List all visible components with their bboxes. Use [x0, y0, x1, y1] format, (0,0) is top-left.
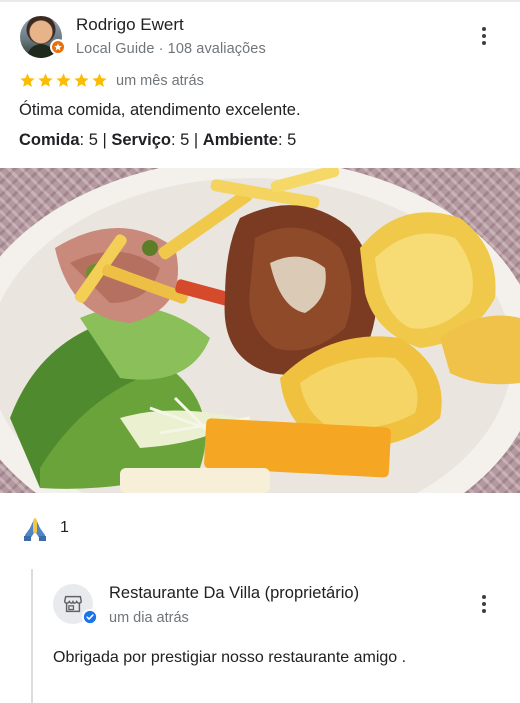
star-rating: [19, 72, 108, 89]
sub-rating-value: 5: [287, 131, 297, 149]
reaction-count: 1: [60, 519, 69, 536]
sub-rating-label: Ambiente: [202, 131, 278, 149]
reply-indent-bar: [31, 569, 33, 703]
local-guide-badge-icon: [50, 39, 66, 55]
food-plate-illustration: [0, 168, 520, 493]
sub-rating-value: 5: [180, 131, 190, 149]
star-icon: [74, 73, 89, 87]
top-divider: [0, 0, 520, 2]
review-time: um mês atrás: [116, 73, 204, 89]
star-icon: [92, 73, 107, 87]
review-photo[interactable]: [0, 168, 520, 493]
reviewer-meta: Local Guide · 108 avaliações: [76, 41, 266, 57]
folded-hands-icon[interactable]: [21, 515, 49, 543]
verified-icon: [82, 609, 98, 625]
sub-rating-value: 5: [88, 131, 98, 149]
reply-more-options-icon[interactable]: [472, 590, 496, 618]
review-text: Ótima comida, atendimento excelente.: [19, 101, 301, 119]
review-more-options-icon[interactable]: [472, 22, 496, 50]
sub-ratings: Comida: 5 | Serviço: 5 | Ambiente: 5: [19, 131, 297, 149]
star-icon: [20, 73, 35, 87]
sub-rating-label: Comida: [19, 131, 80, 149]
star-icon: [38, 73, 53, 87]
reply-time: um dia atrás: [109, 610, 189, 626]
sub-rating-label: Serviço: [111, 131, 171, 149]
reply-text: Obrigada por prestigiar nosso restaurant…: [53, 649, 407, 666]
reviewer-name[interactable]: Rodrigo Ewert: [76, 15, 184, 35]
star-icon: [56, 73, 71, 87]
owner-name[interactable]: Restaurante Da Villa (proprietário): [109, 584, 359, 603]
